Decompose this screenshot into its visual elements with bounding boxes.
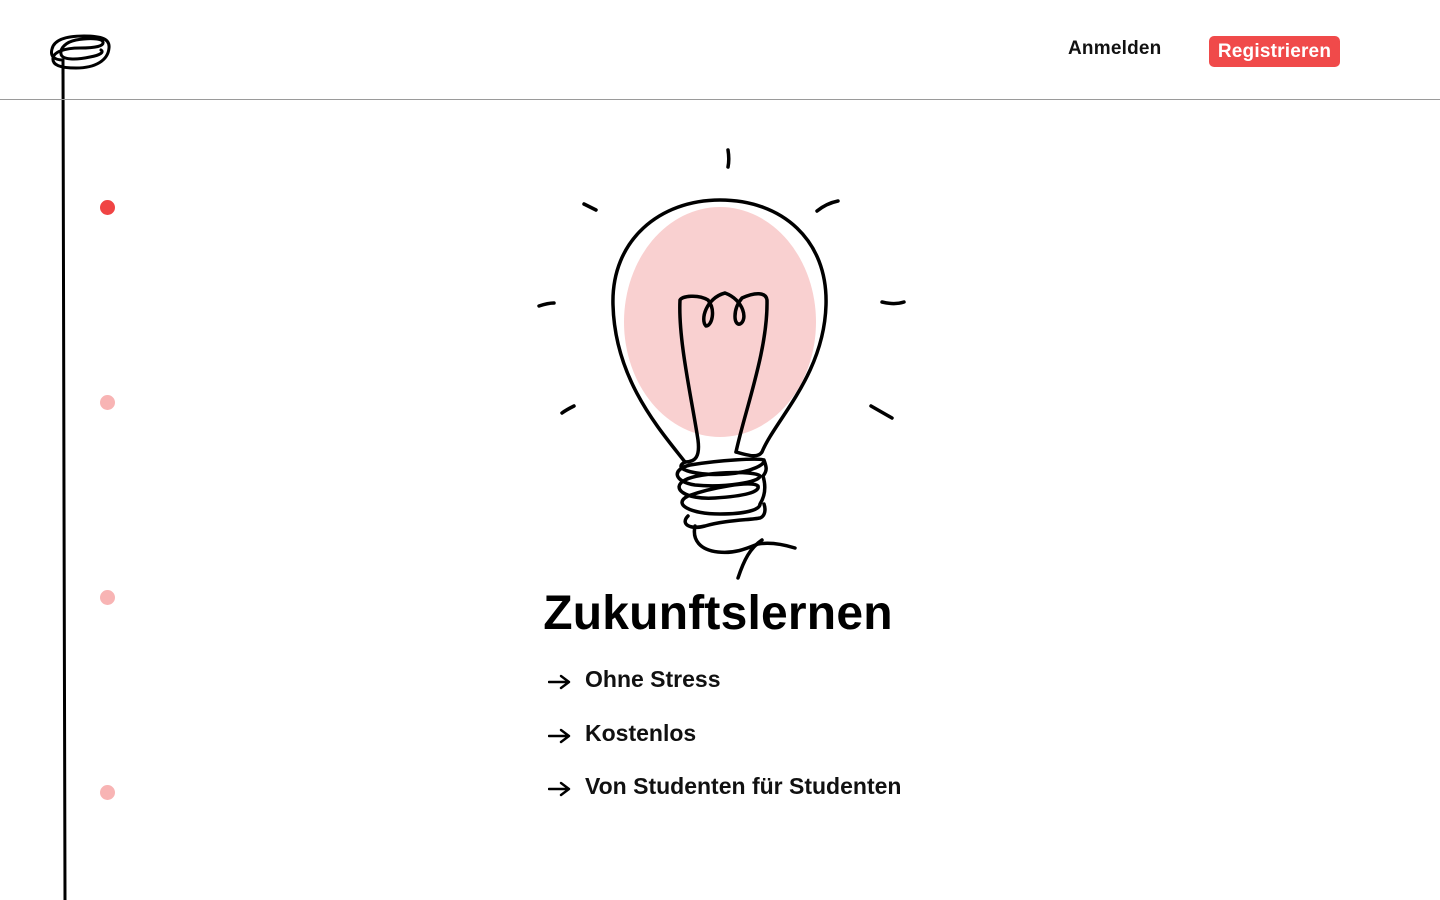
lightbulb-icon	[537, 148, 906, 580]
arrow-right-icon	[548, 728, 571, 743]
feature-item: Ohne Stress	[548, 664, 901, 718]
arrow-right-icon	[548, 781, 571, 797]
timeline-dot-1[interactable]	[100, 200, 115, 215]
feature-label: Kostenlos	[585, 719, 697, 746]
feature-list: Ohne Stress Kostenlos Von Studenten für …	[548, 664, 901, 825]
register-button[interactable]: Registrieren	[1209, 36, 1340, 67]
timeline-dot-2[interactable]	[100, 395, 115, 410]
feature-item: Von Studenten für Studenten	[548, 771, 901, 825]
timeline-line	[61, 58, 67, 900]
feature-label: Von Studenten für Studenten	[585, 773, 902, 799]
timeline-dot-4[interactable]	[100, 785, 115, 800]
login-link[interactable]: Anmelden	[1068, 38, 1161, 60]
feature-item: Kostenlos	[548, 718, 901, 772]
header: Anmelden Registrieren	[0, 0, 1440, 100]
hero-title: Zukunftslernen	[543, 587, 893, 640]
page: Anmelden Registrieren Zukunftslernen Ohn…	[0, 0, 1440, 900]
feature-label: Ohne Stress	[585, 666, 721, 692]
scribble-logo-icon[interactable]	[46, 30, 116, 74]
arrow-right-icon	[548, 674, 571, 690]
